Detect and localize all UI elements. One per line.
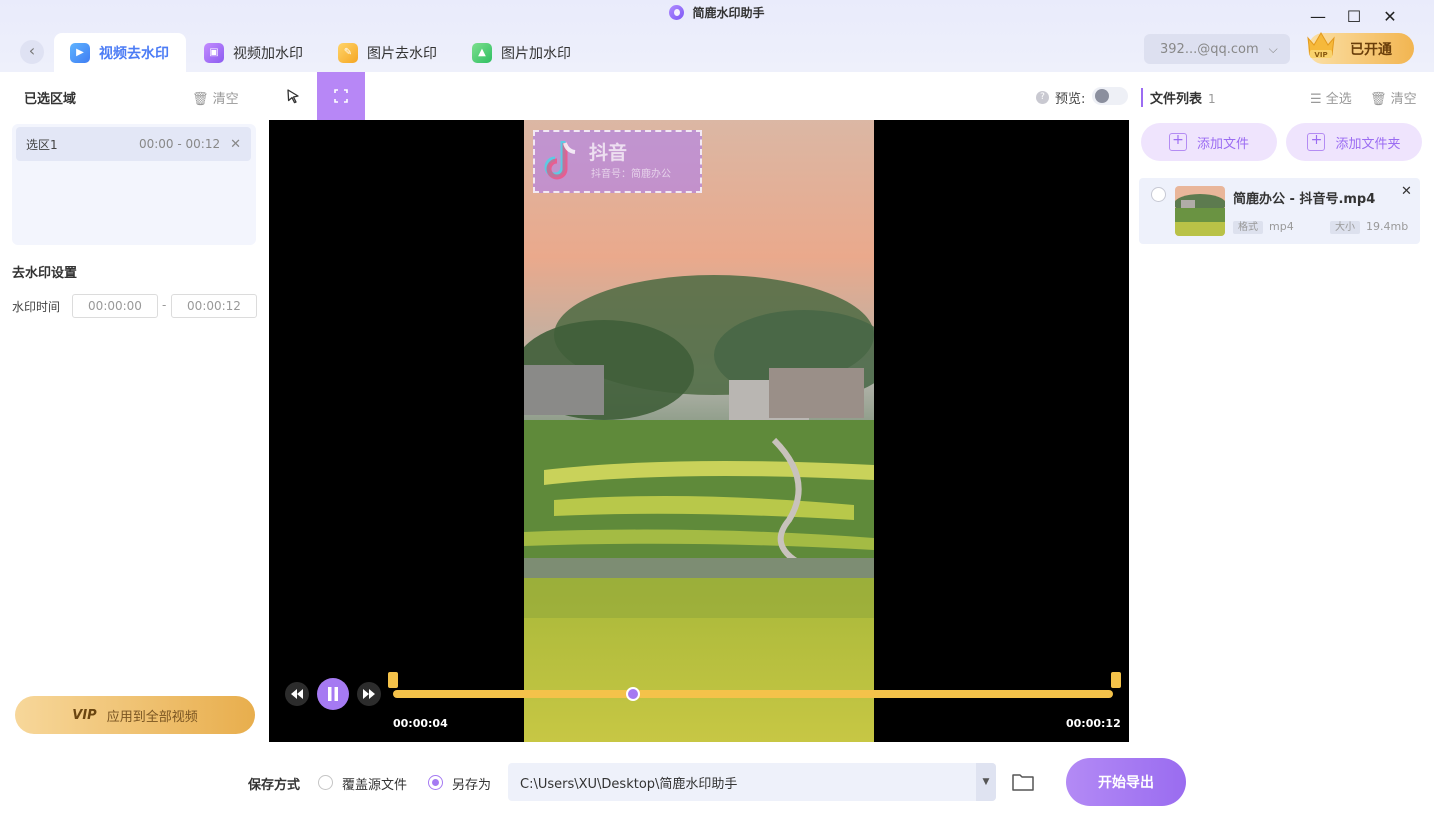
trim-end-handle[interactable] [1111, 672, 1121, 688]
overwrite-label[interactable]: 覆盖源文件 [342, 774, 407, 793]
timeline-track[interactable] [393, 690, 1113, 698]
file-name: 简鹿办公 - 抖音号.mp4 [1233, 192, 1376, 207]
trim-start-handle[interactable] [388, 672, 398, 688]
app-logo-icon [669, 5, 685, 20]
trash-icon: 🗑 [1370, 92, 1387, 107]
window-title: 简鹿水印助手 [0, 4, 1434, 21]
start-export-button[interactable]: 开始导出 [1066, 758, 1186, 806]
caret-down-icon: ▼ [982, 777, 990, 787]
file-size: 大小 19.4mb [1330, 218, 1408, 234]
saveas-label[interactable]: 另存为 [452, 774, 491, 793]
end-time: 00:00:12 [1066, 717, 1121, 730]
tab-image-remove-watermark[interactable]: ✎ 图片去水印 [322, 33, 453, 72]
add-file-button[interactable]: 添加文件 [1141, 123, 1277, 161]
account-dropdown[interactable]: 392...@qq.com ⌵ [1144, 34, 1290, 64]
pause-button[interactable] [317, 678, 349, 710]
add-file-icon [1168, 132, 1187, 151]
back-button[interactable]: ‹ [20, 40, 44, 64]
save-mode-label: 保存方式 [248, 778, 301, 793]
chevron-left-icon: ‹ [28, 41, 36, 60]
checklist-icon: ☰ [1310, 92, 1322, 107]
close-window-button[interactable]: ✕ [1379, 6, 1401, 28]
file-thumbnail [1175, 186, 1225, 236]
vip-crown-icon: VIP [1307, 32, 1335, 59]
help-icon: ? [1036, 91, 1049, 104]
playhead[interactable] [625, 687, 640, 701]
video-add-icon: ▣ [204, 42, 224, 63]
cursor-icon [287, 89, 299, 104]
file-format: 格式 mp4 [1233, 218, 1294, 234]
toggle-knob [1095, 89, 1109, 103]
settings-title: 去水印设置 [12, 266, 78, 281]
rewind-icon [291, 689, 303, 699]
rect-select-tool-button[interactable] [317, 72, 365, 120]
remove-region-icon[interactable]: ✕ [230, 137, 241, 152]
video-frame-image [524, 120, 874, 742]
time-separator: - [162, 298, 167, 312]
add-folder-button[interactable]: 添加文件夹 [1286, 123, 1422, 161]
remove-file-icon[interactable]: ✕ [1401, 184, 1412, 199]
add-folder-icon [1307, 132, 1326, 151]
image-remove-icon: ✎ [338, 42, 358, 63]
overwrite-radio[interactable] [318, 775, 333, 790]
tiktok-logo-icon [544, 141, 576, 180]
tab-video-add-watermark[interactable]: ▣ 视频加水印 [188, 33, 319, 72]
watermark-title-text: 抖音 [589, 142, 628, 164]
apply-all-videos-button[interactable]: VIP 应用到全部视频 [15, 696, 255, 734]
saveas-radio[interactable] [428, 775, 443, 790]
watermark-time-label: 水印时间 [12, 300, 61, 314]
clear-files-button[interactable]: 🗑 清空 [1370, 88, 1417, 107]
select-tool-button[interactable] [273, 72, 313, 120]
watermark-sub-text: 抖音号：简鹿办公 [591, 169, 671, 180]
preview-toggle[interactable] [1092, 87, 1128, 105]
rewind-button[interactable] [285, 682, 309, 706]
time-end-input[interactable]: 00:00:12 [171, 294, 257, 318]
region-item[interactable]: 选区1 00:00 - 00:12 ✕ [16, 127, 251, 161]
tab-video-remove-watermark[interactable]: ▶ 视频去水印 [54, 33, 186, 72]
tab-image-add-watermark[interactable]: ▲ 图片加水印 [456, 33, 587, 72]
frame-select-icon [334, 89, 348, 103]
video-remove-icon: ▶ [70, 42, 90, 63]
file-item[interactable]: 简鹿办公 - 抖音号.mp4 ✕ 格式 mp4 大小 19.4mb [1139, 178, 1420, 244]
fast-forward-icon [363, 689, 375, 699]
image-add-icon: ▲ [472, 42, 492, 63]
video-preview[interactable]: 抖音 抖音号：简鹿办公 00:00:04 00:00:12 [269, 120, 1129, 742]
select-all-button[interactable]: ☰ 全选 [1310, 88, 1352, 107]
file-list-title: 文件列表 1 [1141, 88, 1216, 107]
trash-icon: 🗑 [192, 92, 209, 107]
folder-icon [1012, 774, 1034, 791]
watermark-selection-box[interactable]: 抖音 抖音号：简鹿办公 [533, 130, 702, 193]
chevron-down-icon: ⌵ [1268, 41, 1278, 56]
output-path-input[interactable]: C:\Users\XU\Desktop\简鹿水印助手 [508, 763, 996, 801]
browse-folder-button[interactable] [1011, 771, 1035, 793]
svg-text:VIP: VIP [1314, 51, 1327, 59]
file-checkbox[interactable] [1151, 187, 1166, 202]
maximize-button[interactable]: ☐ [1343, 6, 1365, 28]
selected-regions-title: 已选区域 [24, 92, 77, 107]
path-dropdown-button[interactable]: ▼ [976, 763, 996, 801]
current-time: 00:00:04 [393, 717, 448, 730]
minimize-button[interactable]: — [1307, 6, 1329, 28]
time-start-input[interactable]: 00:00:00 [72, 294, 158, 318]
clear-regions-button[interactable]: 🗑 清空 [192, 88, 239, 107]
preview-label: ? 预览: [1036, 88, 1085, 107]
pause-icon [328, 687, 338, 701]
fast-forward-button[interactable] [357, 682, 381, 706]
